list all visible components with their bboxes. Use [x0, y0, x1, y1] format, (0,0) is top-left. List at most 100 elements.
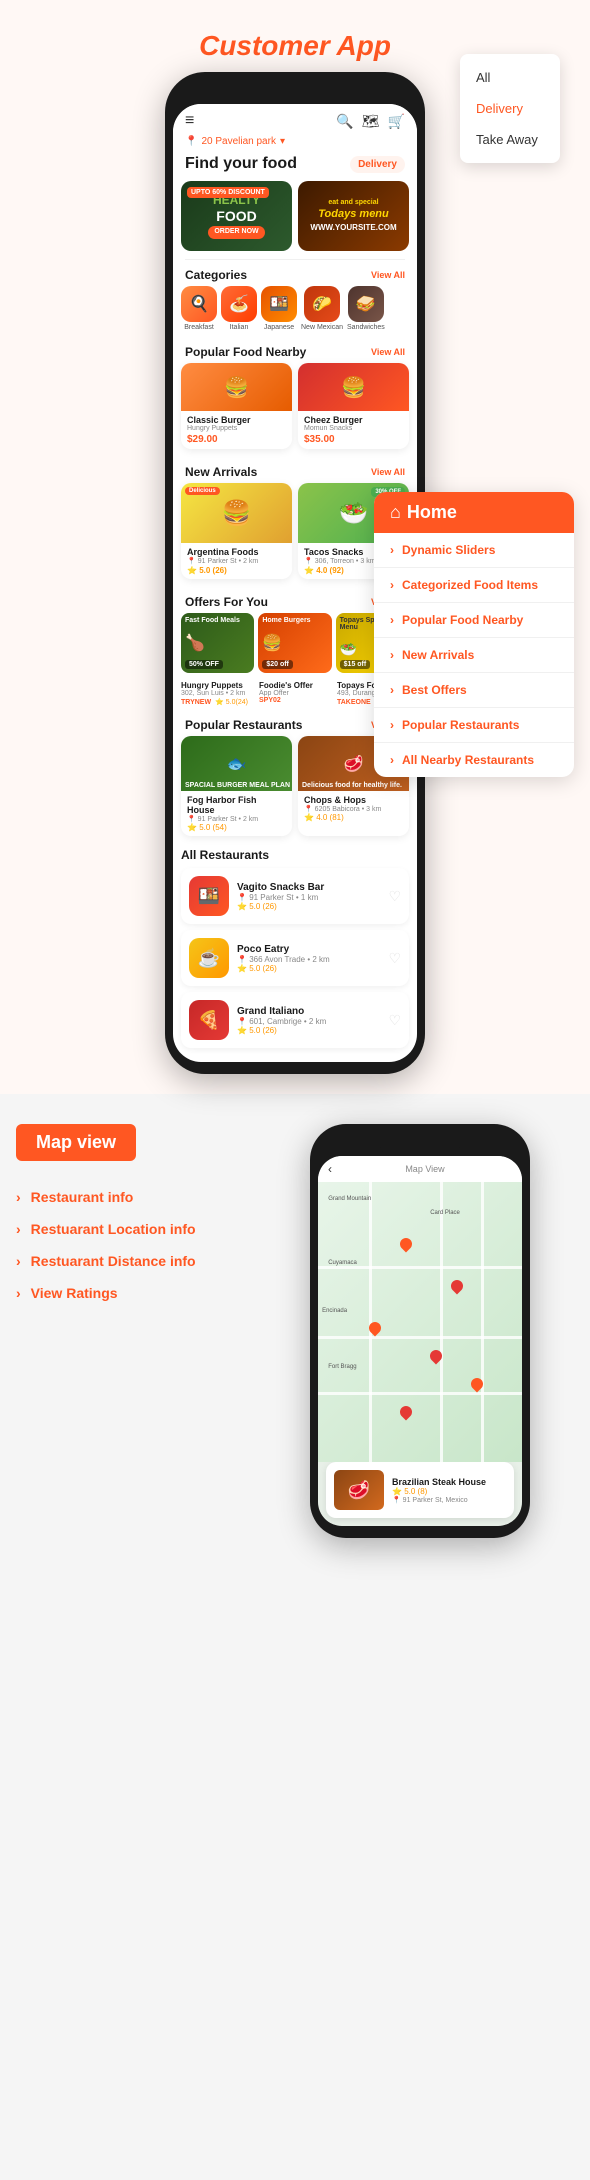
category-mexican[interactable]: 🌮 New Mexican	[301, 286, 343, 331]
japanese-label: Japanese	[264, 324, 294, 331]
map-label-5: Fort Bragg	[328, 1364, 356, 1370]
map-label-1: Grand Mountain	[328, 1196, 371, 1202]
classic-burger-body: Classic Burger Hungry Puppets $29.00	[181, 411, 292, 449]
chops-hops-body: Chops & Hops 📍 6205 Babicora • 3 km ⭐ 4.…	[298, 791, 409, 826]
offer-3-emoji: 🥗	[340, 641, 357, 658]
cheez-burger-body: Cheez Burger Momun Snacks $35.00	[298, 411, 409, 449]
category-sandwiches[interactable]: 🥪 Sandwiches	[347, 286, 385, 331]
feature-distance-info[interactable]: › Restuarant Distance info	[16, 1245, 246, 1277]
mexican-icon: 🌮	[304, 286, 340, 322]
argentina-name: Argentina Foods	[187, 547, 286, 557]
todays-subtitle: eat and special	[310, 199, 396, 207]
cheez-burger-price: $35.00	[304, 434, 403, 445]
home-item-best-offers[interactable]: › Best Offers	[374, 673, 574, 708]
map-pin-2[interactable]	[448, 1278, 465, 1295]
new-arrivals-view-all[interactable]: View All	[371, 467, 405, 477]
distance-info-label: Restuarant Distance info	[31, 1253, 196, 1269]
cart-icon[interactable]: 🛒	[388, 113, 405, 130]
popular-food-view-all[interactable]: View All	[371, 347, 405, 357]
home-item-popular-food[interactable]: › Popular Food Nearby	[374, 603, 574, 638]
poco-heart-icon[interactable]: ♡	[388, 950, 401, 967]
fog-harbor-addr: 📍 91 Parker St • 2 km	[187, 815, 286, 823]
list-item-grand[interactable]: 🍕 Grand Italiano 📍 601, Cambrige • 2 km …	[181, 992, 409, 1048]
category-breakfast[interactable]: 🍳 Breakfast	[181, 286, 217, 331]
poco-addr: 📍 366 Avon Trade • 2 km	[237, 955, 380, 964]
road-h1	[318, 1266, 522, 1269]
arrival-argentina[interactable]: 🍔 Delicious Argentina Foods 📍 91 Parker …	[181, 483, 292, 579]
new-arrivals-title: New Arrivals	[185, 465, 257, 479]
classic-burger-img: 🍔	[181, 363, 292, 411]
grand-heart-icon[interactable]: ♡	[388, 1012, 401, 1029]
home-panel: ⌂ Home › Dynamic Sliders › Categorized F…	[374, 492, 574, 777]
banner-right[interactable]: eat and special Todays menu WWW.YOURSITE…	[298, 181, 409, 251]
location-chevron-icon: ▾	[280, 136, 285, 147]
map-feature-list: › Restaurant info › Restuarant Location …	[16, 1181, 246, 1309]
map-view-section: Map view › Restaurant info › Restuarant …	[0, 1094, 590, 1558]
home-item-popular-restaurants[interactable]: › Popular Restaurants	[374, 708, 574, 743]
home-item-dynamic-sliders[interactable]: › Dynamic Sliders	[374, 533, 574, 568]
fog-harbor-body: Fog Harbor Fish House 📍 91 Parker St • 2…	[181, 791, 292, 836]
categories-view-all[interactable]: View All	[371, 270, 405, 280]
map-pin-6[interactable]	[397, 1404, 414, 1421]
banner-left[interactable]: UPTO 60% DISCOUNT HEALTY FOOD ORDER NOW	[181, 181, 292, 251]
home-item-all-nearby[interactable]: › All Nearby Restaurants	[374, 743, 574, 777]
map-label-2: Card Place	[430, 1210, 460, 1216]
classic-burger-shop: Hungry Puppets	[187, 425, 286, 432]
feature-location-info[interactable]: › Restuarant Location info	[16, 1213, 246, 1245]
delivery-badge[interactable]: Delivery	[350, 156, 405, 173]
back-icon[interactable]: ‹	[328, 1162, 332, 1176]
offer-card-1[interactable]: 50% OFF Fast Food Meals 🍗	[181, 613, 254, 673]
vagito-icon: 🍱	[189, 876, 229, 916]
categorized-label: Categorized Food Items	[402, 578, 538, 592]
map-restaurant-card[interactable]: 🥩 Brazilian Steak House ⭐ 5.0 (8) 📍 91 P…	[326, 1462, 514, 1518]
hamburger-menu-icon[interactable]: ≡	[185, 112, 194, 130]
offer-2-addr: App Offer	[259, 690, 331, 697]
food-card-cheez-burger[interactable]: 🍔 Cheez Burger Momun Snacks $35.00	[298, 363, 409, 449]
location-bar[interactable]: 📍 20 Pavelian park ▾	[173, 134, 417, 153]
argentina-badge: Delicious	[185, 487, 220, 495]
map-icon[interactable]: 🗺	[362, 113, 380, 130]
map-view-left: Map view › Restaurant info › Restuarant …	[16, 1124, 246, 1309]
banners-row: UPTO 60% DISCOUNT HEALTY FOOD ORDER NOW …	[173, 181, 417, 259]
category-japanese[interactable]: 🍱 Japanese	[261, 286, 297, 331]
search-icon[interactable]: 🔍	[336, 113, 353, 130]
view-ratings-label: View Ratings	[31, 1285, 118, 1301]
road-v2	[440, 1182, 443, 1462]
list-item-vagito[interactable]: 🍱 Vagito Snacks Bar 📍 91 Parker St • 1 k…	[181, 868, 409, 924]
chevron-popular-food: ›	[390, 613, 394, 627]
feature-view-ratings[interactable]: › View Ratings	[16, 1277, 246, 1309]
location-pin-icon: 📍	[185, 136, 197, 147]
home-icon: ⌂	[390, 502, 401, 523]
offer-card-2[interactable]: $20 off Home Burgers 🍔	[258, 613, 331, 673]
food-card-classic-burger[interactable]: 🍔 Classic Burger Hungry Puppets $29.00	[181, 363, 292, 449]
order-now-btn[interactable]: ORDER NOW	[208, 226, 264, 238]
vagito-heart-icon[interactable]: ♡	[388, 888, 401, 905]
restaurant-fog-harbor[interactable]: 🐟 SPACIAL BURGER MEAL PLAN Fog Harbor Fi…	[181, 736, 292, 836]
fog-harbor-img: 🐟 SPACIAL BURGER MEAL PLAN	[181, 736, 292, 791]
dropdown-takeway[interactable]: Take Away	[460, 124, 560, 155]
todays-menu-text: Todays menu	[310, 208, 396, 221]
japanese-icon: 🍱	[261, 286, 297, 322]
argentina-body: Argentina Foods 📍 91 Parker St • 2 km ⭐ …	[181, 543, 292, 579]
grand-info: Grand Italiano 📍 601, Cambrige • 2 km ⭐ …	[237, 1006, 380, 1035]
home-item-new-arrivals[interactable]: › New Arrivals	[374, 638, 574, 673]
list-item-poco[interactable]: ☕ Poco Eatry 📍 366 Avon Trade • 2 km ⭐ 5…	[181, 930, 409, 986]
dropdown-all[interactable]: All	[460, 62, 560, 93]
offer-3-badge: $15 off	[340, 660, 371, 669]
new-arrivals-header: New Arrivals View All	[173, 457, 417, 483]
restaurant-info-label: Restaurant info	[31, 1189, 134, 1205]
home-item-categorized[interactable]: › Categorized Food Items	[374, 568, 574, 603]
feature-restaurant-info[interactable]: › Restaurant info	[16, 1181, 246, 1213]
cheez-burger-name: Cheez Burger	[304, 415, 403, 425]
delivery-dropdown[interactable]: All Delivery Take Away	[460, 54, 560, 163]
vagito-name: Vagito Snacks Bar	[237, 882, 380, 893]
map-pin-1[interactable]	[397, 1236, 414, 1253]
offer-1-addr: 302, Sun Luis • 2 km	[181, 690, 253, 697]
map-restaurant-name: Brazilian Steak House	[392, 1477, 506, 1487]
vagito-rating: ⭐ 5.0 (26)	[237, 902, 380, 911]
dropdown-delivery[interactable]: Delivery	[460, 93, 560, 124]
popular-restaurants-title: Popular Restaurants	[185, 718, 302, 732]
offer-3-code: TAKEONE	[337, 699, 371, 706]
category-italian[interactable]: 🍝 Italian	[221, 286, 257, 331]
banner-discount-badge: UPTO 60% DISCOUNT	[187, 187, 269, 198]
